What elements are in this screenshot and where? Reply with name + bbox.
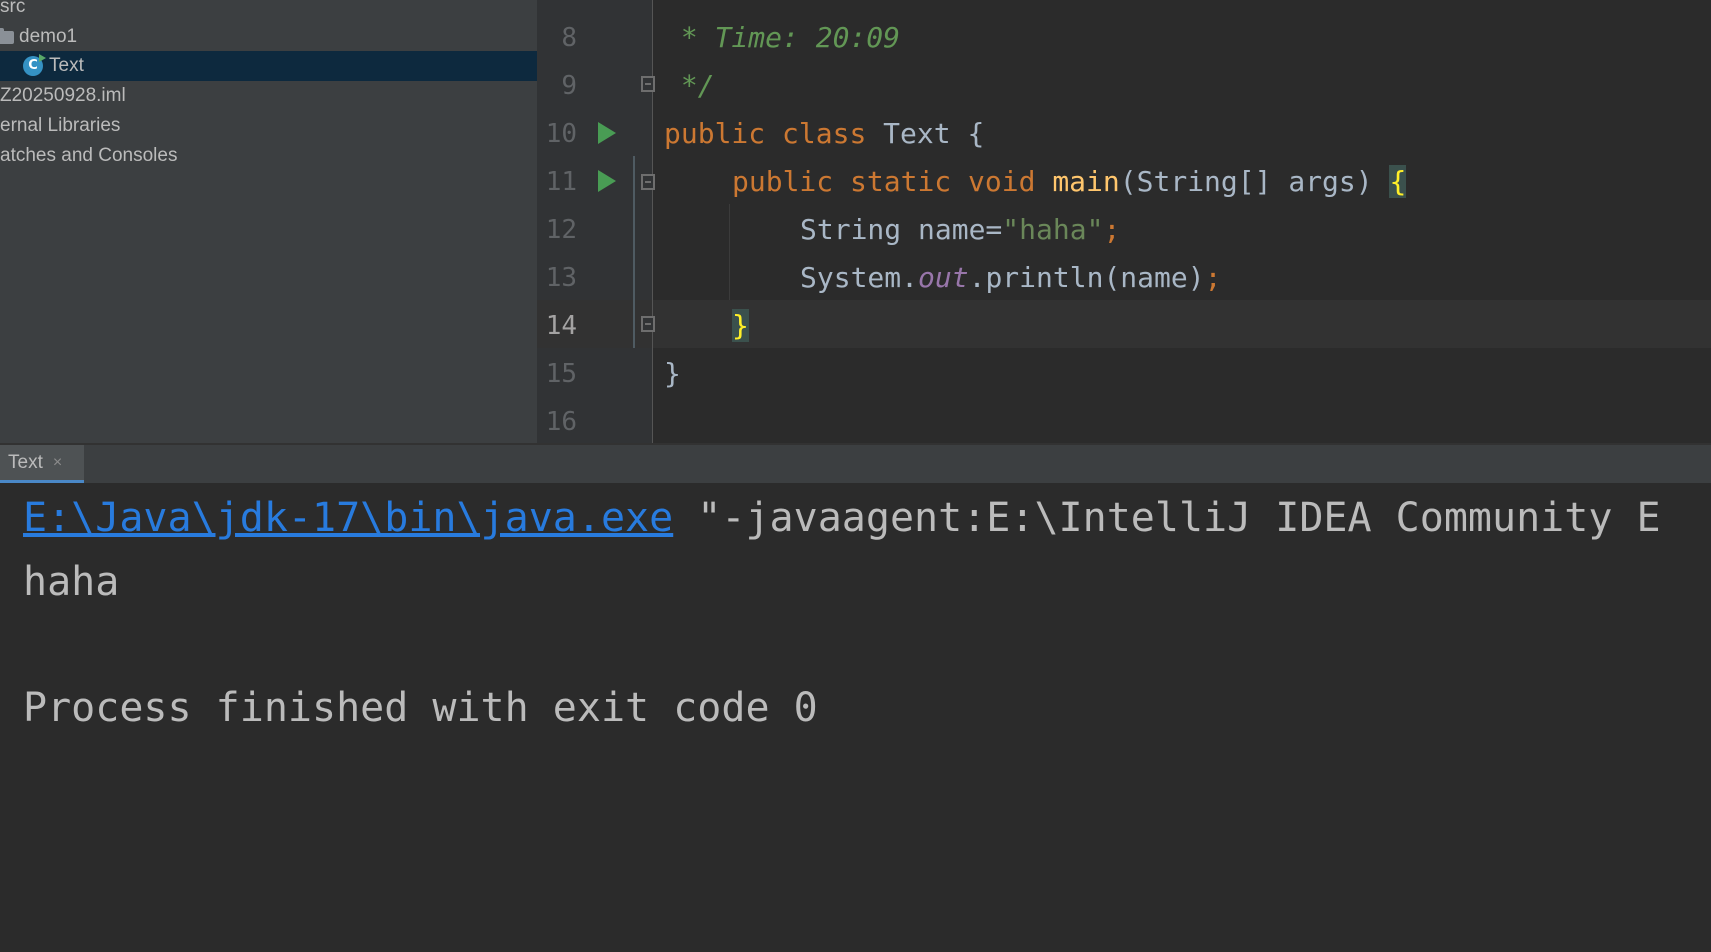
run-console[interactable]: E:\Java\jdk-17\bin\java.exe "-javaagent:… [0,483,1711,952]
code-line-9: */ [664,69,715,102]
tree-item-scratches[interactable]: atches and Consoles [0,141,537,171]
matched-brace: { [1389,165,1407,198]
line-number: 8 [561,23,577,53]
fold-icon[interactable] [641,76,655,92]
line-number: 10 [545,119,577,149]
code-line-15: } [664,357,681,390]
run-tool-window-header: Text × [0,443,1711,483]
current-line-highlight [537,300,1711,348]
console-command-line: E:\Java\jdk-17\bin\java.exe "-javaagent:… [23,493,1661,543]
matched-brace: } [732,309,749,342]
code-line-13: System.out.println(name); [800,261,1222,294]
fold-icon[interactable] [641,174,655,190]
line-number-current: 14 [545,311,577,341]
java-args: "-javaagent:E:\IntelliJ IDEA Community E [673,495,1661,541]
run-tab-label: Text [8,451,43,473]
vcs-change-marker [633,156,635,348]
run-main-icon[interactable] [598,170,616,192]
close-icon[interactable]: × [53,454,62,472]
code-line-11: public static void main(String[] args) { [732,165,1407,198]
line-number: 11 [545,167,577,197]
tree-item-label: Z20250928.iml [0,85,126,106]
run-class-icon[interactable] [598,122,616,144]
code-line-12: String name="haha"; [800,213,1121,246]
tree-item-src[interactable]: src [0,0,537,22]
line-number: 12 [545,215,577,245]
tree-item-label: Text [49,55,84,76]
tree-item-demo1[interactable]: demo1 [0,22,537,52]
code-editor[interactable]: 8 9 10 11 12 13 14 15 16 * Time: 20:09 *… [537,0,1711,443]
java-class-icon: C [23,54,46,76]
gutter-divider [652,0,653,443]
java-exe-link[interactable]: E:\Java\jdk-17\bin\java.exe [23,495,673,541]
fold-icon[interactable] [641,316,655,332]
run-tab-text[interactable]: Text × [0,445,84,483]
project-tree-panel: src demo1 C Text Z20250928.iml ernal Lib… [0,0,537,443]
code-line-8: * Time: 20:09 [664,21,901,54]
line-number: 9 [561,71,577,101]
tree-item-label: src [0,0,26,17]
tree-item-label: demo1 [19,26,78,47]
console-exit-message: Process finished with exit code 0 [23,685,818,731]
code-line-10: public class Text { [664,117,985,150]
tree-item-iml-file[interactable]: Z20250928.iml [0,81,537,111]
folder-icon [0,27,14,44]
indent-guide [729,204,730,300]
line-number: 15 [545,359,577,389]
tree-item-label: atches and Consoles [0,145,178,166]
tree-item-text-class[interactable]: C Text [0,51,537,81]
line-number: 13 [545,263,577,293]
tree-item-external-libraries[interactable]: ernal Libraries [0,111,537,141]
console-output: haha [23,559,120,605]
code-line-14: } [732,302,749,350]
tree-item-label: ernal Libraries [0,115,121,136]
line-number: 16 [545,407,577,437]
